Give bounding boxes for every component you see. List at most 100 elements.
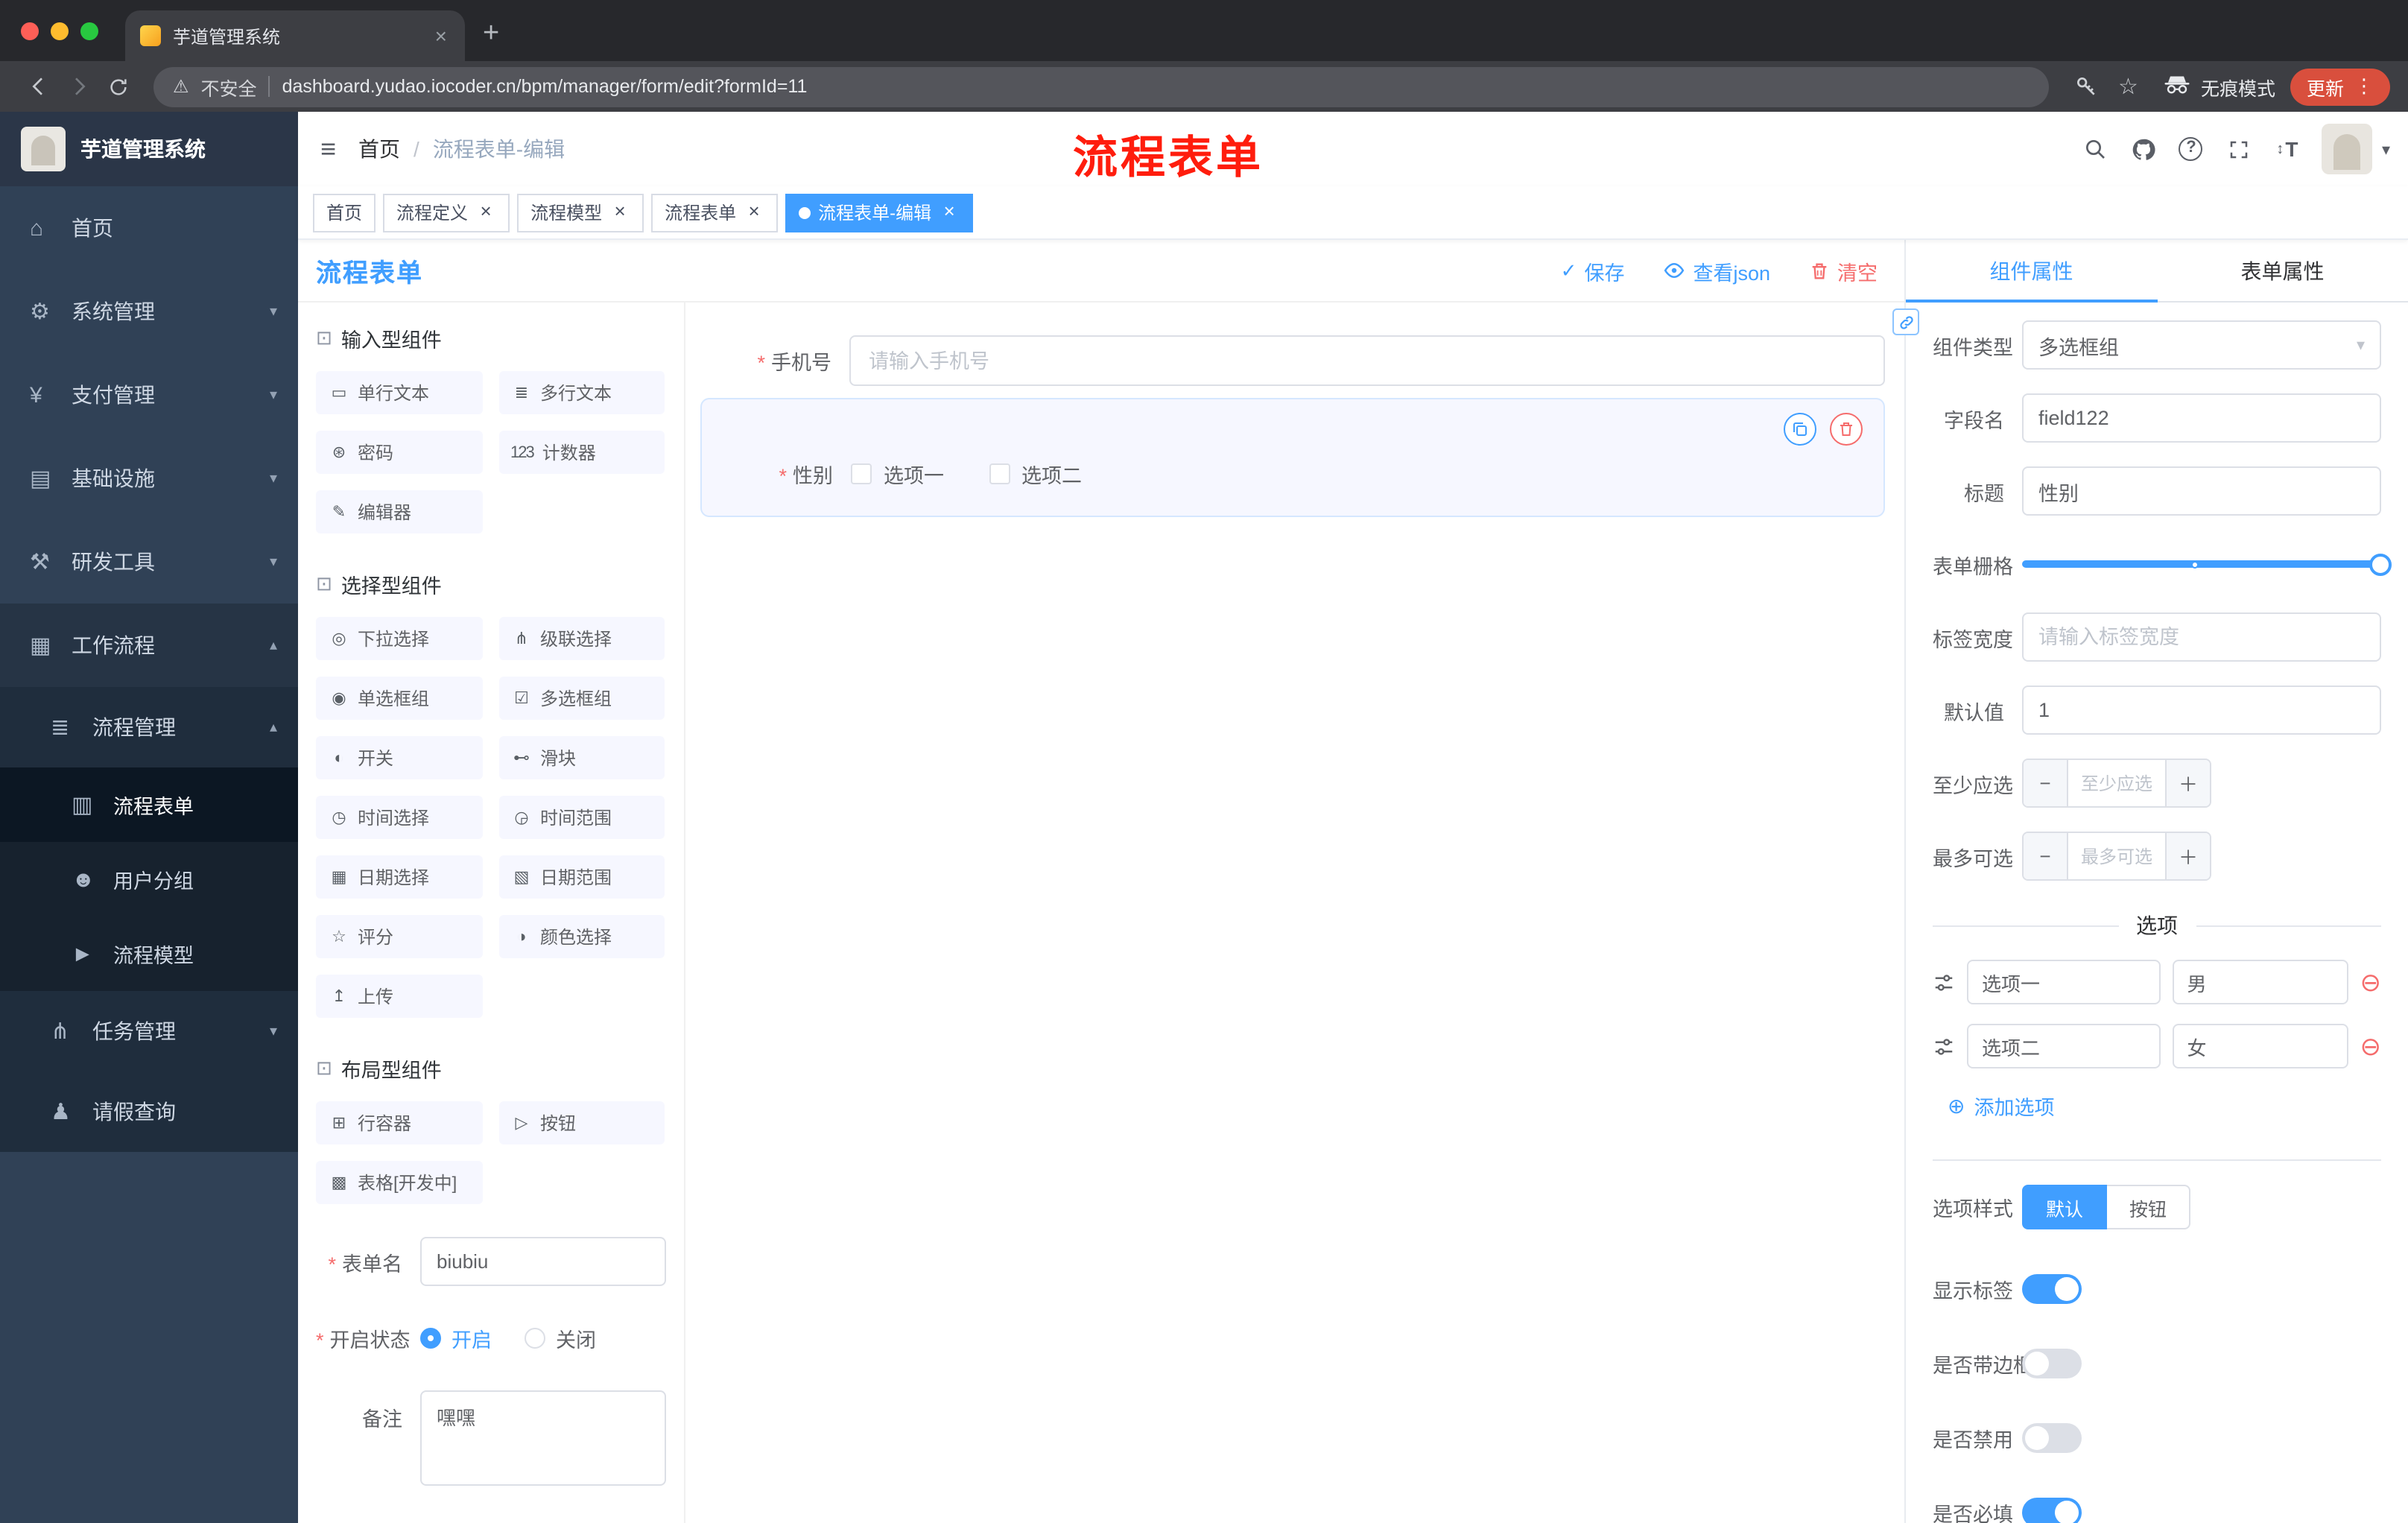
decrease-button[interactable]: − (2024, 833, 2068, 879)
sidebar-item-workflow[interactable]: ▦ 工作流程 ▴ (0, 604, 298, 687)
component-type-select[interactable]: 多选框组 ▾ (2022, 320, 2381, 370)
github-icon[interactable] (2120, 125, 2167, 173)
option-style-button[interactable]: 按钮 (2107, 1185, 2191, 1229)
palette-item-radio-group[interactable]: ◉ 单选框组 (316, 677, 482, 720)
breadcrumb-home[interactable]: 首页 (358, 134, 400, 164)
palette-item-date-picker[interactable]: ▦ 日期选择 (316, 855, 482, 899)
checkbox-option-2[interactable]: 选项二 (989, 459, 1082, 489)
palette-item-checkbox-group[interactable]: ☑ 多选框组 (498, 677, 665, 720)
palette-item-row-container[interactable]: ⊞ 行容器 (316, 1101, 482, 1144)
decrease-button[interactable]: − (2024, 760, 2068, 806)
palette-item-upload[interactable]: ↥ 上传 (316, 975, 482, 1018)
palette-item-table[interactable]: ▩ 表格[开发中] (316, 1161, 482, 1204)
url-bar[interactable]: ⚠ 不安全 dashboard.yudao.iocoder.cn/bpm/man… (153, 66, 2049, 107)
security-warning-icon[interactable]: ⚠ (173, 76, 189, 97)
reload-button[interactable] (98, 66, 139, 107)
default-value-input[interactable] (2022, 685, 2381, 735)
palette-item-multi-line-text[interactable]: ≣ 多行文本 (498, 371, 665, 414)
form-grid-slider[interactable] (2022, 539, 2392, 589)
add-option-button[interactable]: ⊕ 添加选项 (1948, 1091, 2381, 1121)
save-button[interactable]: ✓ 保存 (1561, 256, 1625, 285)
field-name-input[interactable] (2022, 393, 2381, 443)
sidebar-item-process-management[interactable]: ≣ 流程管理 ▴ (0, 687, 298, 767)
tag-process-form-edit[interactable]: 流程表单-编辑 × (785, 193, 974, 232)
max-select-input[interactable] (2068, 833, 2165, 879)
copy-component-button[interactable] (1784, 413, 1816, 446)
palette-item-editor[interactable]: ✎ 编辑器 (316, 490, 482, 533)
hamburger-icon[interactable]: ≡ (298, 133, 358, 165)
form-name-input[interactable] (420, 1237, 666, 1286)
clear-button[interactable]: 清空 (1809, 256, 1878, 285)
option-value-input-option-1[interactable] (2172, 960, 2348, 1004)
sidebar-item-task-management[interactable]: ⋔ 任务管理 ▾ (0, 991, 298, 1071)
switch-border[interactable] (2022, 1349, 2082, 1378)
checkbox-option-1[interactable]: 选项一 (851, 459, 944, 489)
increase-button[interactable]: ＋ (2165, 833, 2210, 879)
option-value-input-option-2[interactable] (2172, 1024, 2348, 1068)
sidebar-item-home[interactable]: ⌂ 首页 (0, 186, 298, 270)
sidebar-item-process-model[interactable]: ► 流程模型 (0, 916, 298, 991)
palette-item-slider[interactable]: ⊷ 滑块 (498, 736, 665, 779)
switch-show-label[interactable] (2022, 1274, 2082, 1304)
traffic-light-close[interactable] (21, 22, 39, 39)
delete-component-button[interactable] (1830, 413, 1863, 446)
switch-disabled[interactable] (2022, 1423, 2082, 1453)
design-canvas[interactable]: 手机号 (685, 303, 1904, 1523)
canvas-field-phone[interactable]: 手机号 (700, 335, 1885, 386)
sidebar-item-infrastructure[interactable]: ▤ 基础设施 ▾ (0, 437, 298, 520)
label-width-input[interactable] (2022, 612, 2381, 662)
drag-handle-icon[interactable] (1933, 971, 1955, 993)
remove-option-icon[interactable]: ⊖ (2360, 1033, 2382, 1059)
tab-component-props[interactable]: 组件属性 (1906, 240, 2157, 303)
palette-item-time-picker[interactable]: ◷ 时间选择 (316, 796, 482, 839)
browser-tab[interactable]: 芋道管理系统 × (125, 10, 465, 61)
search-icon[interactable] (2072, 125, 2120, 173)
tag-home[interactable]: 首页 (313, 193, 376, 232)
phone-input[interactable] (849, 335, 1885, 386)
palette-item-counter[interactable]: 123 计数器 (498, 431, 665, 474)
radio-off[interactable]: 关闭 (525, 1323, 596, 1353)
palette-item-date-range[interactable]: ▧ 日期范围 (498, 855, 665, 899)
tag-process-definition[interactable]: 流程定义 × (383, 193, 510, 232)
tab-form-props[interactable]: 表单属性 (2157, 240, 2408, 301)
sidebar-item-dev-tools[interactable]: ⚒ 研发工具 ▾ (0, 520, 298, 604)
sidebar-logo[interactable]: 芋道管理系统 (0, 112, 298, 186)
increase-button[interactable]: ＋ (2165, 760, 2210, 806)
palette-item-single-line-text[interactable]: ▭ 单行文本 (316, 371, 482, 414)
palette-item-select[interactable]: ◎ 下拉选择 (316, 617, 482, 660)
traffic-light-zoom[interactable] (80, 22, 98, 39)
back-button[interactable] (18, 66, 58, 107)
palette-item-switch[interactable]: ◐ 开关 (316, 736, 482, 779)
tag-close-icon[interactable]: × (475, 200, 496, 223)
sidebar-item-user-group[interactable]: ☻ 用户分组 (0, 842, 298, 916)
tag-process-model[interactable]: 流程模型 × (517, 193, 644, 232)
title-input[interactable] (2022, 466, 2381, 516)
min-select-input[interactable] (2068, 760, 2165, 806)
sidebar-item-leave-query[interactable]: ♟ 请假查询 (0, 1071, 298, 1152)
external-link-button[interactable] (1892, 308, 1919, 335)
avatar-caret-down-icon[interactable]: ▾ (2382, 139, 2390, 159)
sidebar-item-system-management[interactable]: ⚙ 系统管理 ▾ (0, 270, 298, 353)
password-key-icon[interactable] (2073, 75, 2097, 98)
remove-option-icon[interactable]: ⊖ (2360, 969, 2382, 995)
palette-item-color-picker[interactable]: ◑ 颜色选择 (498, 915, 665, 958)
update-button[interactable]: 更新 ⋮ (2290, 68, 2390, 105)
canvas-field-gender[interactable]: 性别 选项一 选项二 (700, 398, 1885, 517)
tag-close-icon[interactable]: × (939, 200, 960, 223)
palette-item-rate[interactable]: ☆ 评分 (316, 915, 482, 958)
tag-close-icon[interactable]: × (744, 200, 764, 223)
sidebar-item-payment-management[interactable]: ¥ 支付管理 ▾ (0, 353, 298, 437)
palette-item-button[interactable]: ▷ 按钮 (498, 1101, 665, 1144)
forward-button[interactable] (58, 66, 98, 107)
option-style-default[interactable]: 默认 (2022, 1185, 2108, 1229)
palette-item-time-range[interactable]: ◶ 时间范围 (498, 796, 665, 839)
palette-item-password[interactable]: ⊛ 密码 (316, 431, 482, 474)
view-json-button[interactable]: 查看json (1663, 256, 1770, 285)
option-label-input-option-1[interactable] (1967, 960, 2161, 1004)
tab-close-icon[interactable]: × (432, 24, 450, 48)
new-tab-button[interactable]: + (483, 18, 499, 51)
option-label-input-option-2[interactable] (1967, 1024, 2161, 1068)
help-icon[interactable]: ? (2167, 125, 2215, 173)
remark-textarea[interactable]: 嘿嘿 (420, 1390, 666, 1486)
radio-on[interactable]: 开启 (420, 1323, 492, 1353)
